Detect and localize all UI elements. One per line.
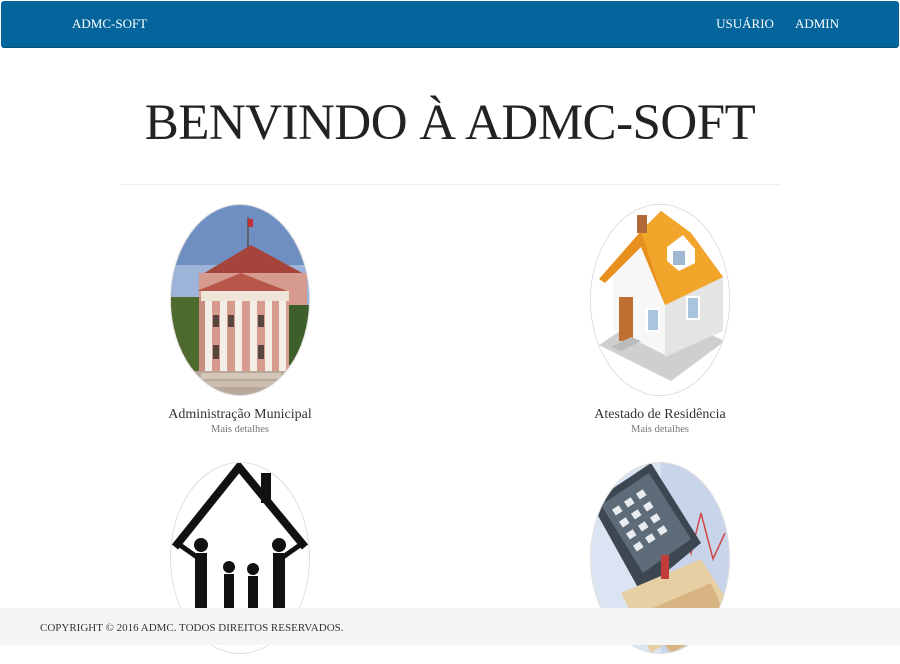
more-details-link-administracao[interactable]: Mais detalhes (150, 423, 330, 436)
house-icon[interactable] (590, 204, 730, 396)
more-details-link-atestado[interactable]: Mais detalhes (570, 423, 750, 436)
top-navbar: ADMC-SOFT USUÁRIO ADMIN (1, 1, 899, 48)
nav-link-usuario[interactable]: USUÁRIO (716, 16, 774, 32)
nav-link-admin[interactable]: ADMIN (795, 16, 839, 32)
brand-link[interactable]: ADMC-SOFT (72, 16, 147, 32)
nav-right-menu: USUÁRIO ADMIN (716, 16, 839, 32)
card-atestado-residencia: Atestado de Residência Mais detalhes (570, 204, 750, 436)
card-title-administracao: Administração Municipal (168, 407, 312, 422)
copyright-text: COPYRIGHT © 2016 ADMC. TODOS DIREITOS RE… (40, 622, 344, 634)
title-divider (120, 184, 780, 185)
page-footer: COPYRIGHT © 2016 ADMC. TODOS DIREITOS RE… (0, 608, 900, 645)
page-title: BENVINDO À ADMC-SOFT (144, 95, 756, 151)
card-administracao-municipal: Administração Municipal Mais detalhes (150, 204, 330, 436)
municipal-building-photo[interactable] (170, 204, 310, 396)
card-title-atestado: Atestado de Residência (594, 407, 726, 422)
